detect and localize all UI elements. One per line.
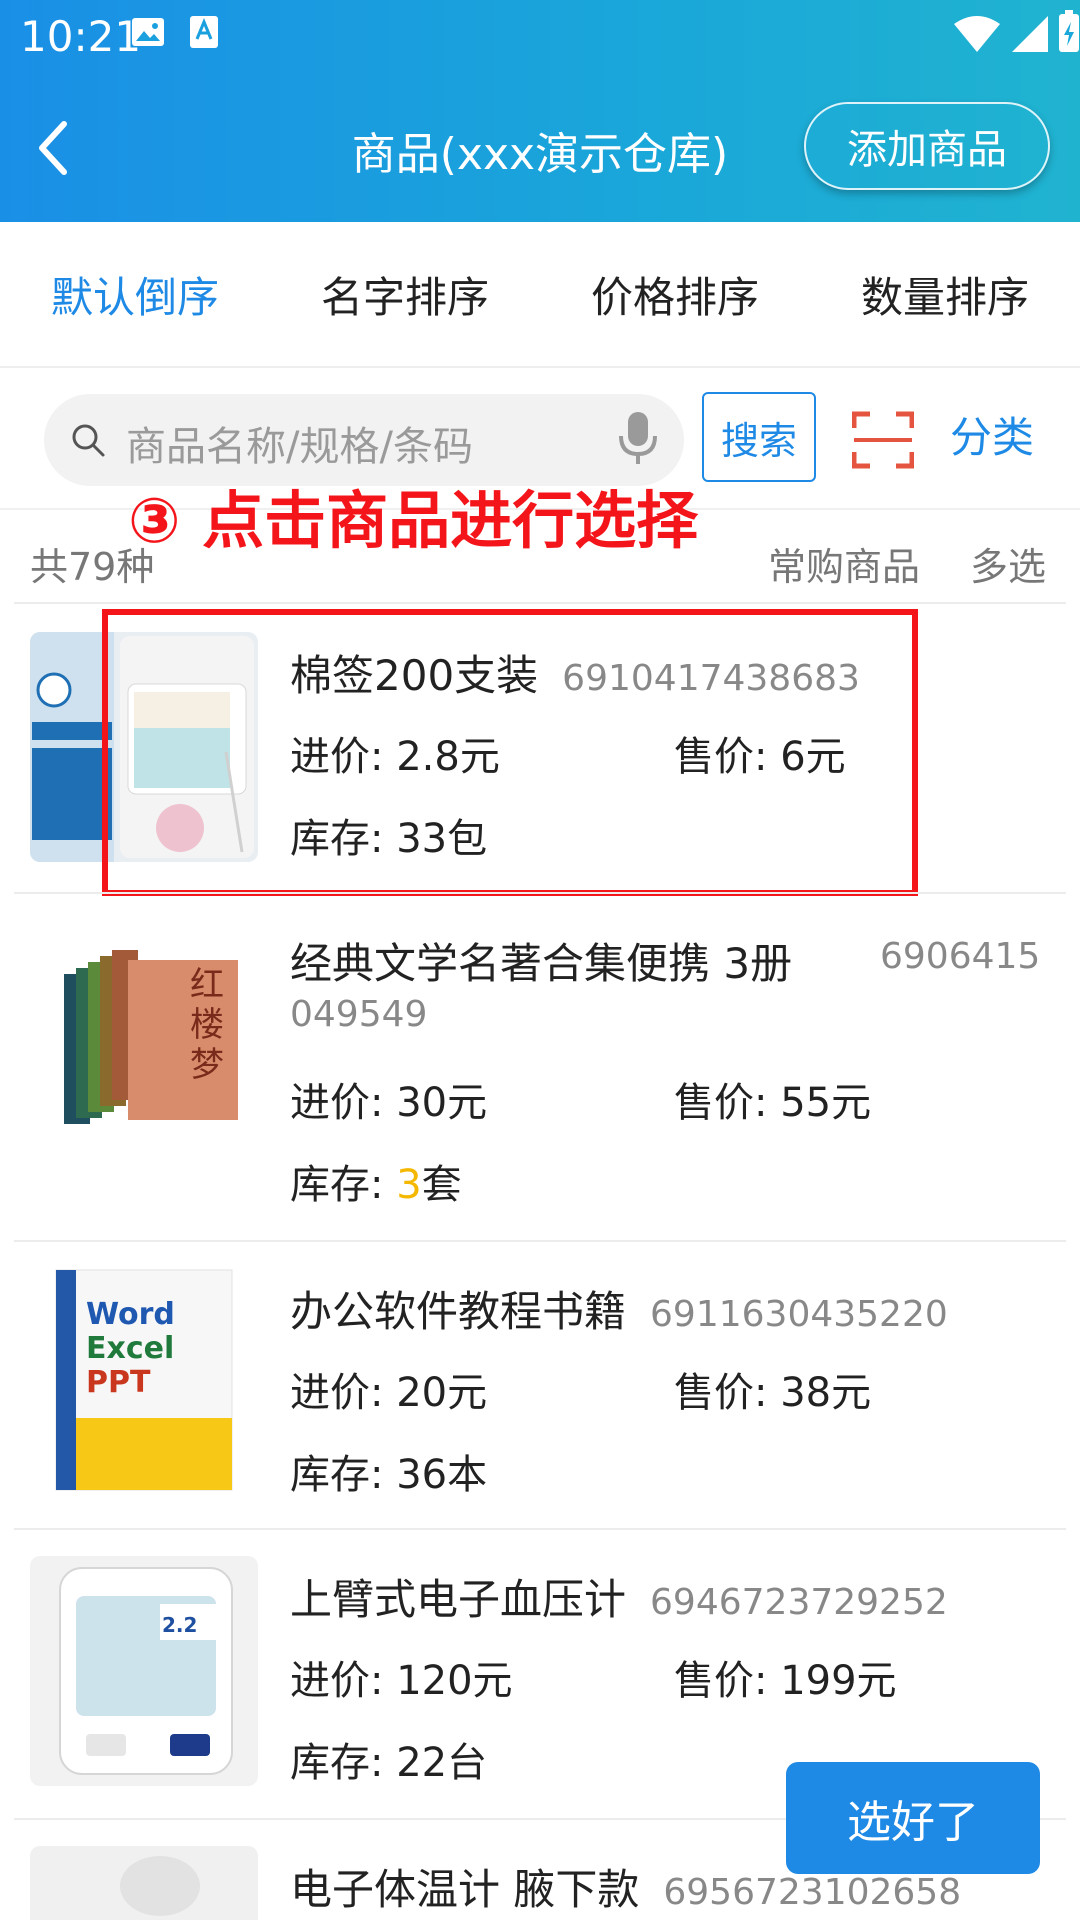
battery-icon xyxy=(1059,10,1079,52)
svg-text:红: 红 xyxy=(190,965,224,1005)
product-name: 上臂式电子血压计 6946723729252 xyxy=(290,1575,948,1624)
svg-text:Word: Word xyxy=(86,1297,175,1332)
search-icon xyxy=(72,424,105,457)
wifi-icon xyxy=(954,16,1000,52)
list-item[interactable]: Word Excel PPT 办公软件教程书籍 6911630435220 进价:… xyxy=(0,1268,1080,1528)
product-name: 经典文学名著合集便携 3册 xyxy=(290,939,793,988)
signal-icon xyxy=(1012,16,1048,52)
divider xyxy=(14,602,1066,604)
microphone-icon[interactable] xyxy=(616,410,660,468)
product-image-office-book: Word Excel PPT xyxy=(30,1268,258,1498)
svg-text:2.2: 2.2 xyxy=(162,1613,197,1637)
cost-price: 进价: 30元 xyxy=(290,1080,488,1126)
search-button[interactable]: 搜索 xyxy=(702,392,816,482)
product-image-blood-pressure-monitor: 2.2 xyxy=(30,1556,258,1786)
stock-quantity: 库存: 22台 xyxy=(290,1740,488,1786)
item-count: 共79种 xyxy=(30,545,155,589)
svg-text:梦: 梦 xyxy=(190,1045,224,1085)
instruction-annotation: ③ 点击商品进行选择 xyxy=(128,484,699,557)
add-product-button[interactable]: 添加商品 xyxy=(804,102,1050,190)
tab-quantity-sort[interactable]: 数量排序 xyxy=(810,264,1080,325)
selection-highlight-box xyxy=(102,609,918,896)
sale-price: 售价: 55元 xyxy=(674,1080,872,1126)
product-name: 办公软件教程书籍 6911630435220 xyxy=(290,1287,948,1336)
app-header: 10:21 商品(xxx演示仓库) 添加商品 xyxy=(0,0,1080,222)
list-item[interactable]: 红 楼 梦 经典文学名著合集便携 3册 6906415 049549 进价: 3… xyxy=(0,922,1080,1232)
text-notification-icon xyxy=(190,16,218,48)
sale-price: 售价: 199元 xyxy=(674,1658,897,1704)
product-image-classic-books: 红 楼 梦 xyxy=(30,936,258,1166)
product-image-thermometer xyxy=(30,1846,258,1920)
scan-barcode-icon[interactable] xyxy=(852,410,914,470)
cost-price: 进价: 120元 xyxy=(290,1658,513,1704)
divider xyxy=(14,1240,1066,1242)
tab-default-desc[interactable]: 默认倒序 xyxy=(0,264,270,325)
image-notification-icon xyxy=(132,18,164,46)
done-selecting-button[interactable]: 选好了 xyxy=(786,1762,1040,1874)
category-button[interactable]: 分类 xyxy=(950,404,1034,465)
tab-price-sort[interactable]: 价格排序 xyxy=(540,264,810,325)
svg-text:PPT: PPT xyxy=(86,1365,151,1400)
stock-quantity: 库存: 36本 xyxy=(290,1452,488,1498)
cost-price: 进价: 20元 xyxy=(290,1370,488,1416)
low-stock-number: 3 xyxy=(396,1162,422,1208)
divider xyxy=(14,892,1066,894)
product-barcode-cont: 049549 xyxy=(290,994,428,1035)
status-time: 10:21 xyxy=(20,12,142,61)
sale-price: 售价: 38元 xyxy=(674,1370,872,1416)
stock-quantity: 库存: 3套 xyxy=(290,1162,462,1208)
sort-tabs: 默认倒序 名字排序 价格排序 数量排序 xyxy=(0,222,1080,368)
product-barcode: 6906415 xyxy=(880,936,1041,977)
multi-select-link[interactable]: 多选 xyxy=(970,536,1046,591)
search-placeholder: 商品名称/规格/条码 xyxy=(126,424,473,470)
frequent-items-link[interactable]: 常购商品 xyxy=(768,536,920,591)
product-barcode: 6946723729252 xyxy=(650,1582,948,1623)
product-barcode: 6911630435220 xyxy=(650,1294,948,1335)
svg-text:Excel: Excel xyxy=(86,1331,174,1366)
divider xyxy=(14,1528,1066,1530)
tab-name-sort[interactable]: 名字排序 xyxy=(270,264,540,325)
svg-text:楼: 楼 xyxy=(190,1005,224,1045)
product-barcode: 6956723102658 xyxy=(663,1872,962,1913)
